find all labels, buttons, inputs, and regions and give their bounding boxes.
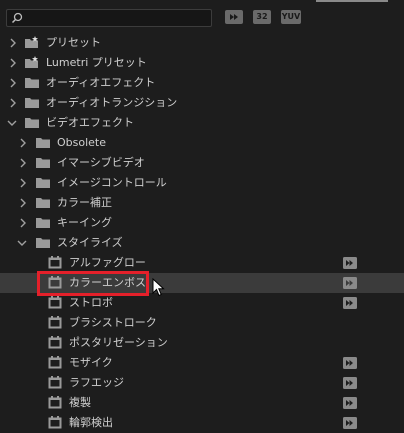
tree-item-label: イマーシブビデオ (57, 156, 145, 169)
search-input[interactable] (27, 11, 207, 25)
chevron-down-icon[interactable] (17, 237, 27, 249)
effect-item-rough-edges[interactable]: ラフエッジ (0, 373, 404, 393)
tree-item-audio-transitions[interactable]: オーディオトランジション (0, 93, 404, 113)
accelerated-effect-icon (343, 377, 357, 389)
tree-item-label: イメージコントロール (57, 176, 167, 189)
chevron-right-icon[interactable] (8, 97, 18, 109)
search-icon (11, 12, 23, 27)
tree-item-label: Obsolete (57, 136, 107, 149)
effect-icon (48, 256, 62, 269)
accelerated-effect-icon (343, 297, 357, 309)
folder-icon (25, 98, 39, 108)
tree-item-audio-effects[interactable]: オーディオエフェクト (0, 73, 404, 93)
tree-item-label: アルファグロー (69, 256, 146, 269)
chevron-right-icon[interactable] (8, 37, 18, 49)
chevron-right-icon[interactable] (18, 177, 28, 189)
search-box[interactable] (6, 9, 212, 27)
tree-item-label: キーイング (57, 216, 112, 229)
tree-item-label: ラフエッジ (69, 376, 124, 389)
tree-item-immersive-video[interactable]: イマーシブビデオ (0, 153, 404, 173)
effect-item-mosaic[interactable]: モザイク (0, 353, 404, 373)
preset-folder-icon (25, 56, 38, 68)
tree-item-label: 複製 (69, 396, 91, 409)
tree-item-label: ブラシストローク (69, 316, 157, 329)
32bit-filter-button[interactable]: 32 (253, 10, 271, 24)
folder-icon (36, 198, 50, 208)
tree-item-label: ビデオエフェクト (46, 116, 134, 129)
annotation-highlight-box (37, 271, 149, 296)
folder-icon (36, 218, 50, 228)
accelerated-effects-filter-button[interactable] (225, 10, 243, 24)
effect-item-strobe[interactable]: ストロボ (0, 293, 404, 313)
folder-icon (36, 138, 50, 148)
tree-item-label: 輪郭検出 (69, 416, 113, 429)
chevron-right-icon[interactable] (8, 77, 18, 89)
tree-item-label: ストロボ (69, 296, 113, 309)
accelerated-effects-icon (225, 11, 243, 24)
chevron-right-icon[interactable] (18, 217, 28, 229)
tree-item-keying[interactable]: キーイング (0, 213, 404, 233)
tree-item-video-effects[interactable]: ビデオエフェクト (0, 113, 404, 133)
accelerated-effect-icon (343, 417, 357, 429)
tree-item-label: モザイク (69, 356, 113, 369)
accelerated-effect-icon (343, 277, 357, 289)
tree-item-label: オーディオエフェクト (46, 76, 156, 89)
effect-icon (48, 296, 62, 309)
tree-item-lumetri-presets[interactable]: Lumetri プリセット (0, 53, 404, 73)
accelerated-effect-icon (343, 257, 357, 269)
preset-folder-icon (25, 36, 38, 48)
folder-icon (36, 158, 50, 168)
chevron-right-icon[interactable] (18, 157, 28, 169)
mouse-cursor-icon (152, 278, 165, 297)
tree-item-label: カラー補正 (57, 196, 112, 209)
effect-icon (48, 376, 62, 389)
effect-icon (48, 416, 62, 429)
effect-item-posterize[interactable]: ポスタリゼーション (0, 333, 404, 353)
tree-item-presets[interactable]: プリセット (0, 33, 404, 53)
chevron-down-icon[interactable] (7, 117, 17, 129)
effect-icon (48, 316, 62, 329)
folder-icon (25, 118, 39, 128)
tree-item-label: スタイライズ (57, 236, 123, 249)
accelerated-effect-icon (343, 357, 357, 369)
effects-toolbar: 32 YUV (0, 0, 404, 34)
tree-item-image-control[interactable]: イメージコントロール (0, 173, 404, 193)
folder-icon (36, 178, 50, 188)
effect-icon (48, 336, 62, 349)
folder-icon (36, 238, 50, 248)
effect-icon (48, 396, 62, 409)
folder-icon (25, 78, 39, 88)
chevron-right-icon[interactable] (18, 197, 28, 209)
effect-item-alpha-glow[interactable]: アルファグロー (0, 253, 404, 273)
yuv-filter-button[interactable]: YUV (281, 10, 301, 24)
tree-item-label: プリセット (46, 36, 101, 49)
tree-item-color-correction[interactable]: カラー補正 (0, 193, 404, 213)
effect-item-find-edges[interactable]: 輪郭検出 (0, 413, 404, 433)
chevron-right-icon[interactable] (18, 137, 28, 149)
accelerated-effect-icon (343, 397, 357, 409)
tree-item-label: オーディオトランジション (46, 96, 178, 109)
tree-item-label: Lumetri プリセット (46, 56, 147, 69)
effect-item-replicate[interactable]: 複製 (0, 393, 404, 413)
effect-icon (48, 356, 62, 369)
tree-item-label: ポスタリゼーション (69, 336, 168, 349)
tree-item-stylize[interactable]: スタイライズ (0, 233, 404, 253)
effect-item-brush-strokes[interactable]: ブラシストローク (0, 313, 404, 333)
tree-item-obsolete[interactable]: Obsolete (0, 133, 404, 153)
chevron-right-icon[interactable] (8, 57, 18, 69)
